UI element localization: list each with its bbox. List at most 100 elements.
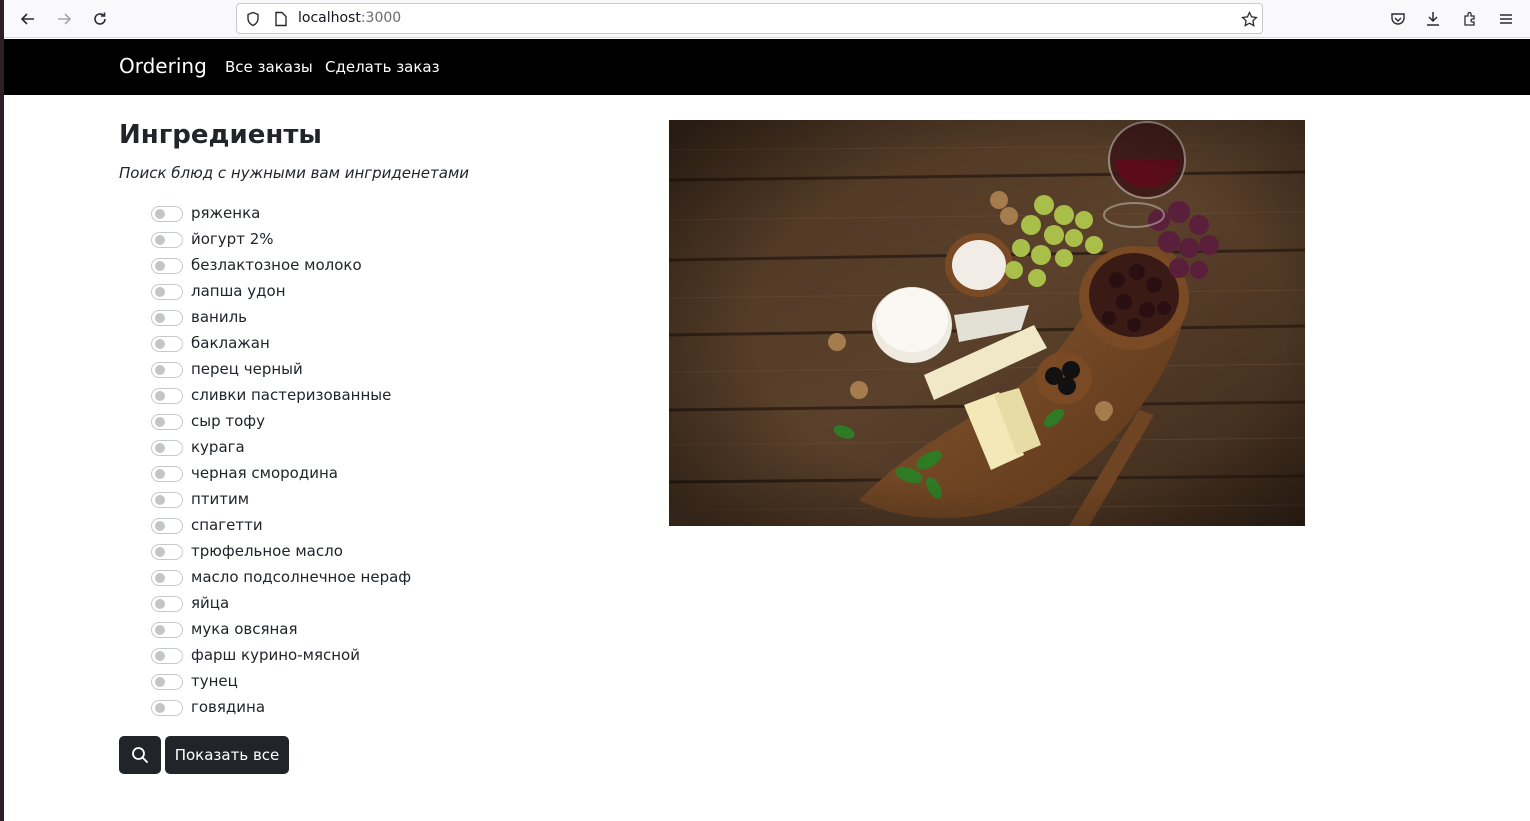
toggle-knob	[155, 521, 165, 531]
ingredient-toggle[interactable]	[151, 258, 183, 274]
toggle-knob	[155, 313, 165, 323]
ingredient-row: фарш курино-мясной	[150, 643, 570, 669]
ingredient-label[interactable]: лапша удон	[191, 282, 286, 300]
page-subtitle: Поиск блюд с нужными вам ингриденетами	[119, 164, 470, 182]
ingredient-label[interactable]: фарш курино-мясной	[191, 646, 360, 664]
ingredient-toggle[interactable]	[151, 414, 183, 430]
ingredient-toggle[interactable]	[151, 362, 183, 378]
ingredient-toggle[interactable]	[151, 336, 183, 352]
ingredient-toggle[interactable]	[151, 492, 183, 508]
food-photo	[669, 120, 1305, 526]
ingredient-label[interactable]: сыр тофу	[191, 412, 265, 430]
back-button[interactable]	[14, 5, 42, 33]
ingredient-toggle[interactable]	[151, 466, 183, 482]
ingredient-row: лапша удон	[150, 279, 570, 305]
toggle-knob	[155, 339, 165, 349]
ingredient-label[interactable]: ваниль	[191, 308, 247, 326]
url-bar[interactable]: localhost:3000	[236, 3, 1263, 34]
ingredient-toggle[interactable]	[151, 648, 183, 664]
ingredient-row: спагетти	[150, 513, 570, 539]
ingredient-toggle[interactable]	[151, 674, 183, 690]
ingredient-toggle[interactable]	[151, 622, 183, 638]
ingredient-row: йогурт 2%	[150, 227, 570, 253]
bookmark-star-icon[interactable]	[1240, 10, 1258, 28]
ingredient-label[interactable]: мука овсяная	[191, 620, 298, 638]
desktop-edge	[0, 0, 4, 821]
arrow-right-icon	[58, 13, 72, 25]
ingredient-row: курага	[150, 435, 570, 461]
toggle-knob	[155, 365, 165, 375]
ingredient-row: сыр тофу	[150, 409, 570, 435]
ingredient-toggle[interactable]	[151, 284, 183, 300]
ingredient-toggle[interactable]	[151, 544, 183, 560]
show-all-button[interactable]: Показать все	[165, 736, 289, 774]
toggle-knob	[155, 651, 165, 661]
toggle-knob	[155, 599, 165, 609]
toggle-knob	[155, 391, 165, 401]
url-text: localhost:3000	[298, 10, 402, 26]
ingredient-label[interactable]: безлактозное молоко	[191, 256, 362, 274]
ingredient-label[interactable]: черная смородина	[191, 464, 338, 482]
ingredient-label[interactable]: йогурт 2%	[191, 230, 274, 248]
toggle-knob	[155, 677, 165, 687]
page-icon[interactable]	[272, 10, 290, 28]
toggle-knob	[155, 495, 165, 505]
toggle-knob	[155, 573, 165, 583]
ingredient-row: ваниль	[150, 305, 570, 331]
ingredient-row: трюфельное масло	[150, 539, 570, 565]
ingredient-toggle[interactable]	[151, 388, 183, 404]
ingredient-toggle[interactable]	[151, 700, 183, 716]
menu-icon[interactable]	[1495, 8, 1517, 30]
ingredient-toggle[interactable]	[151, 570, 183, 586]
download-icon[interactable]	[1422, 8, 1444, 30]
ingredient-label[interactable]: птитим	[191, 490, 249, 508]
ingredient-label[interactable]: спагетти	[191, 516, 263, 534]
ingredient-toggle[interactable]	[151, 310, 183, 326]
ingredient-label[interactable]: баклажан	[191, 334, 270, 352]
ingredient-row: ряженка	[150, 201, 570, 227]
ingredient-label[interactable]: сливки пастеризованные	[191, 386, 391, 404]
arrow-left-icon	[20, 13, 34, 25]
ingredient-row: безлактозное молоко	[150, 253, 570, 279]
search-icon	[132, 747, 148, 763]
ingredient-row: черная смородина	[150, 461, 570, 487]
brand-link[interactable]: Ordering	[119, 54, 207, 78]
ingredient-label[interactable]: говядина	[191, 698, 265, 716]
ingredient-row: яйца	[150, 591, 570, 617]
toggle-knob	[155, 261, 165, 271]
toggle-knob	[155, 625, 165, 635]
ingredient-list: ряженка йогурт 2% безлактозное молоко лапша…	[150, 201, 570, 721]
toggle-knob	[155, 417, 165, 427]
pocket-icon[interactable]	[1387, 8, 1409, 30]
ingredient-row: мука овсяная	[150, 617, 570, 643]
ingredient-label[interactable]: яйца	[191, 594, 229, 612]
ingredient-label[interactable]: тунец	[191, 672, 238, 690]
ingredient-toggle[interactable]	[151, 596, 183, 612]
ingredient-label[interactable]: перец черный	[191, 360, 303, 378]
ingredient-toggle[interactable]	[151, 440, 183, 456]
toggle-knob	[155, 287, 165, 297]
forward-button[interactable]	[50, 5, 78, 33]
ingredient-toggle[interactable]	[151, 232, 183, 248]
search-button[interactable]	[119, 736, 161, 774]
ingredient-row: баклажан	[150, 331, 570, 357]
nav-link-all-orders[interactable]: Все заказы	[225, 58, 313, 76]
reload-button[interactable]	[86, 5, 114, 33]
reload-icon	[94, 12, 106, 25]
ingredient-label[interactable]: ряженка	[191, 204, 260, 222]
page-title: Ингредиенты	[119, 120, 322, 150]
ingredient-label[interactable]: трюфельное масло	[191, 542, 343, 560]
extensions-icon[interactable]	[1459, 8, 1481, 30]
ingredient-label[interactable]: курага	[191, 438, 245, 456]
shield-icon[interactable]	[244, 10, 262, 28]
ingredient-row: птитим	[150, 487, 570, 513]
ingredient-label[interactable]: масло подсолнечное нераф	[191, 568, 411, 586]
toggle-knob	[155, 235, 165, 245]
ingredient-row: тунец	[150, 669, 570, 695]
ingredient-toggle[interactable]	[151, 518, 183, 534]
toggle-knob	[155, 547, 165, 557]
toggle-knob	[155, 209, 165, 219]
nav-link-make-order[interactable]: Сделать заказ	[325, 58, 440, 76]
toggle-knob	[155, 469, 165, 479]
ingredient-toggle[interactable]	[151, 206, 183, 222]
